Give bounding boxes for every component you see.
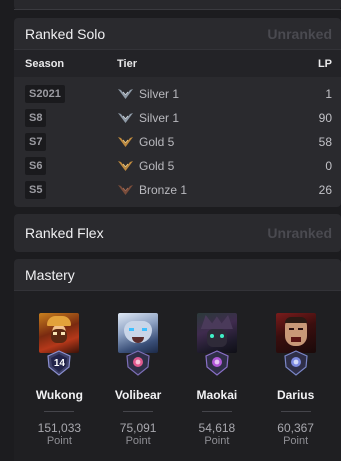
champion-name: Darius <box>276 388 315 402</box>
season-badge: S7 <box>25 133 47 151</box>
silver-emblem-icon <box>118 89 133 99</box>
season-badge: S6 <box>25 157 47 175</box>
champion-mastery-item[interactable]: Darius 60,367 Point <box>261 313 331 461</box>
divider <box>280 411 311 412</box>
tier-label: Gold 5 <box>139 135 175 149</box>
season-column-header: Season <box>25 57 65 70</box>
champion-mastery-item[interactable]: Maokai 54,618 Point <box>182 313 252 461</box>
table-row: S8 Silver 1 90 <box>14 106 341 130</box>
season-badge: S8 <box>25 109 47 127</box>
table-row: S7 Gold 5 58 <box>14 130 341 154</box>
tier-label: Gold 5 <box>139 159 175 173</box>
ranked-solo-header: Ranked Solo Unranked <box>14 18 341 50</box>
silver-emblem-icon <box>118 113 133 123</box>
previous-card-edge <box>14 0 341 10</box>
table-row: S5 Bronze 1 26 <box>14 178 341 202</box>
mastery-points: 60,367 <box>277 421 314 435</box>
mastery-points: 75,091 <box>119 421 157 435</box>
mastery-emblem-icon <box>124 350 152 376</box>
divider <box>44 411 75 412</box>
tier-column-header: Tier <box>117 57 137 70</box>
divider <box>123 411 154 412</box>
champion-mastery-item[interactable]: Volibear 75,091 Point <box>103 313 173 461</box>
volibear-portrait[interactable] <box>118 313 159 353</box>
tier-label: Silver 1 <box>139 87 180 101</box>
mastery-points: 151,033 <box>37 421 82 435</box>
mastery-card: Mastery 14 Wukong 151,033 Point Volibear… <box>14 259 341 461</box>
lp-value: 1 <box>325 87 332 101</box>
ranked-solo-rows: S2021 Silver 1 1 S8 Silver 1 90 S7 Gold … <box>14 77 341 202</box>
ranked-solo-title: Ranked Solo <box>25 25 106 42</box>
mastery-header: Mastery <box>14 259 341 291</box>
mastery-champion-list: 14 Wukong 151,033 Point Volibear 75,091 … <box>14 291 341 461</box>
points-label: Point <box>46 435 72 447</box>
season-badge: S2021 <box>25 85 65 103</box>
points-label: Point <box>204 435 230 447</box>
lp-value: 58 <box>318 135 332 149</box>
tier-label: Bronze 1 <box>139 183 188 197</box>
points-label: Point <box>283 435 309 447</box>
ranked-solo-table-header: Season Tier LP <box>14 50 341 77</box>
bronze-emblem-icon <box>118 185 133 195</box>
gold-emblem-icon <box>118 161 133 171</box>
mastery-emblem-icon <box>203 350 231 376</box>
ranked-solo-card: Ranked Solo Unranked Season Tier LP S202… <box>14 18 341 207</box>
divider <box>201 411 232 412</box>
darius-portrait[interactable] <box>275 313 316 353</box>
mastery-level: 14 <box>53 358 65 369</box>
lp-value: 90 <box>318 111 332 125</box>
mastery-title: Mastery <box>25 266 75 283</box>
lp-value: 0 <box>325 159 332 173</box>
mastery-points: 54,618 <box>198 421 236 435</box>
ranked-flex-status: Unranked <box>267 225 332 241</box>
table-row: S2021 Silver 1 1 <box>14 82 341 106</box>
lp-column-header: LP <box>317 57 332 70</box>
mastery-emblem-level-14-icon: 14 <box>45 350 73 376</box>
mastery-emblem-icon <box>282 350 310 376</box>
ranked-flex-title: Ranked Flex <box>25 225 104 241</box>
wukong-portrait[interactable] <box>39 313 80 353</box>
champion-name: Wukong <box>35 388 83 402</box>
champion-name: Volibear <box>114 388 162 402</box>
tier-label: Silver 1 <box>139 111 180 125</box>
ranked-solo-status: Unranked <box>267 25 332 42</box>
champion-mastery-item[interactable]: 14 Wukong 151,033 Point <box>24 313 94 461</box>
ranked-flex-card: Ranked Flex Unranked <box>14 214 341 252</box>
ranked-flex-header: Ranked Flex Unranked <box>14 214 341 252</box>
points-label: Point <box>125 435 151 447</box>
lp-value: 26 <box>318 183 332 197</box>
table-row: S6 Gold 5 0 <box>14 154 341 178</box>
season-badge: S5 <box>25 181 47 199</box>
maokai-portrait[interactable] <box>196 313 237 353</box>
champion-name: Maokai <box>196 388 238 402</box>
gold-emblem-icon <box>118 137 133 147</box>
